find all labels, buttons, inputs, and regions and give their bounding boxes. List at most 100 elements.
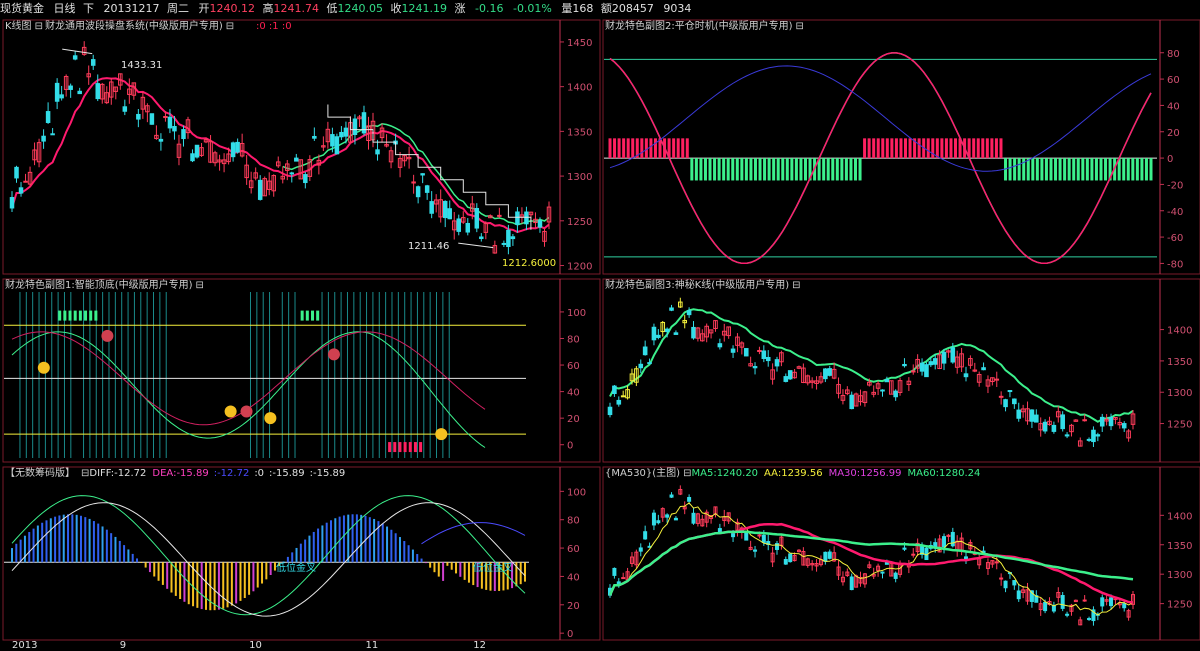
timing-bar xyxy=(717,158,721,181)
candle-body xyxy=(230,142,236,158)
timing-bar xyxy=(649,138,653,159)
candle-body xyxy=(312,135,317,139)
candle-body xyxy=(506,229,511,248)
timing-bar xyxy=(640,138,644,159)
candle-body xyxy=(172,125,177,132)
timing-bar xyxy=(644,138,648,159)
candle-body xyxy=(753,549,758,552)
timing-bar xyxy=(994,138,998,159)
timing-panel[interactable]: -80 -60 -40 -20 0 20 40 60 80 xyxy=(604,49,1183,271)
ytick-label-smart: 100 xyxy=(567,308,586,319)
candle-body xyxy=(1087,618,1092,621)
smart-panel[interactable]: 0 20 40 60 80 100 xyxy=(4,292,586,458)
ma-panel[interactable]: 1250 1300 1350 1400 xyxy=(608,485,1193,626)
timing-bar xyxy=(940,138,944,159)
frame-ma xyxy=(602,466,1200,641)
smart-title: 财龙特色副图1:智能顶底(中级版用户专用) ⊟ xyxy=(5,278,204,291)
candle-body xyxy=(479,236,484,240)
candle-body xyxy=(18,187,24,194)
candle-body xyxy=(330,134,335,147)
timing-bar xyxy=(1072,158,1076,181)
mystic-body xyxy=(765,356,771,362)
timing-bar xyxy=(776,158,780,181)
timing-bar xyxy=(1017,158,1021,181)
candle-body xyxy=(524,211,529,225)
candle-body xyxy=(167,116,173,129)
candle-body xyxy=(474,207,480,229)
mystic-body xyxy=(1029,409,1035,422)
timing-bar xyxy=(631,138,635,159)
mystic-body xyxy=(880,389,885,392)
timing-bar xyxy=(1040,158,1044,181)
mystic-panel[interactable]: 1250 1300 1350 1400 xyxy=(607,297,1192,447)
timing-bar xyxy=(685,138,689,159)
chart-stage[interactable]: 120012501300135014001450 020406080100 02… xyxy=(0,0,1200,651)
timing-bar xyxy=(708,158,712,181)
ma60-line xyxy=(608,530,1134,596)
candle-body xyxy=(665,514,670,518)
candle-body xyxy=(149,113,155,125)
ytick-label-chip: 40 xyxy=(567,572,580,583)
candle-body xyxy=(375,149,380,155)
timing-bar xyxy=(763,158,767,181)
timing-bar xyxy=(790,158,794,181)
timing-bar xyxy=(822,158,826,181)
mystic-body xyxy=(774,359,780,367)
mystic-body xyxy=(884,379,890,383)
candle-body xyxy=(465,222,471,233)
candle-body xyxy=(1065,613,1070,616)
mystic-body xyxy=(673,332,679,335)
bottom-block xyxy=(403,442,407,453)
mystic-body xyxy=(902,363,907,367)
timing-bar xyxy=(781,158,785,181)
candle-body xyxy=(294,157,299,162)
candle-body xyxy=(303,174,308,184)
mystic-body xyxy=(893,390,898,398)
candle-body xyxy=(72,55,78,60)
timing-bar xyxy=(772,158,776,181)
mystic-body xyxy=(1012,398,1017,405)
timing-bar xyxy=(1104,158,1108,181)
top-block xyxy=(78,310,82,321)
x-tick-label: 10 xyxy=(249,640,262,651)
ytick-label-ma: 1350 xyxy=(1167,541,1192,552)
timing-bar xyxy=(976,138,980,159)
chip-title: 【无数筹码版】 ⊟DIFF:-12.72 DEA:-15.89:-12.72:0:-… xyxy=(5,466,345,479)
timing-bar xyxy=(1008,158,1012,181)
mystic-body xyxy=(730,348,736,353)
x-axis: 2013 9 10 11 12 xyxy=(12,640,486,651)
panel-frames xyxy=(2,19,1200,641)
timing-bar xyxy=(1067,158,1071,181)
ytick-label-chip: 60 xyxy=(567,544,580,555)
mystic-body xyxy=(981,367,986,371)
timing-bar xyxy=(835,158,839,181)
candle-body xyxy=(515,211,520,225)
candle-body xyxy=(194,144,200,158)
timing-bar xyxy=(999,138,1003,159)
candle-body xyxy=(54,82,60,102)
timing-bar xyxy=(926,138,930,159)
timing-bar xyxy=(744,158,748,181)
kline-panel[interactable]: 1200 1250 1300 1350 1400 1450 xyxy=(9,38,592,273)
timing-bar xyxy=(844,158,848,181)
timing-bar xyxy=(1099,158,1103,181)
top-block xyxy=(68,310,72,321)
top-block xyxy=(310,310,314,321)
top-block xyxy=(89,310,93,321)
candle-body xyxy=(334,136,340,155)
candle-body xyxy=(352,118,358,135)
candle-body xyxy=(257,179,263,200)
candle-body xyxy=(1100,597,1105,607)
top-block xyxy=(73,310,77,321)
timing-bar xyxy=(1063,158,1067,181)
timing-bar xyxy=(731,158,735,181)
timing-bar xyxy=(885,138,889,159)
ytick-label-mystic: 1300 xyxy=(1167,388,1192,399)
timing-bar xyxy=(894,138,898,159)
ytick-label-ma: 1250 xyxy=(1167,600,1192,611)
candle-body xyxy=(1122,603,1127,609)
candle-body xyxy=(420,173,425,176)
mystic-body xyxy=(664,328,670,333)
candle-body xyxy=(788,553,793,563)
kline-title: K线图 ⊟ 财龙通用波段操盘系统(中级版用户专用) ⊟ xyxy=(5,19,234,32)
